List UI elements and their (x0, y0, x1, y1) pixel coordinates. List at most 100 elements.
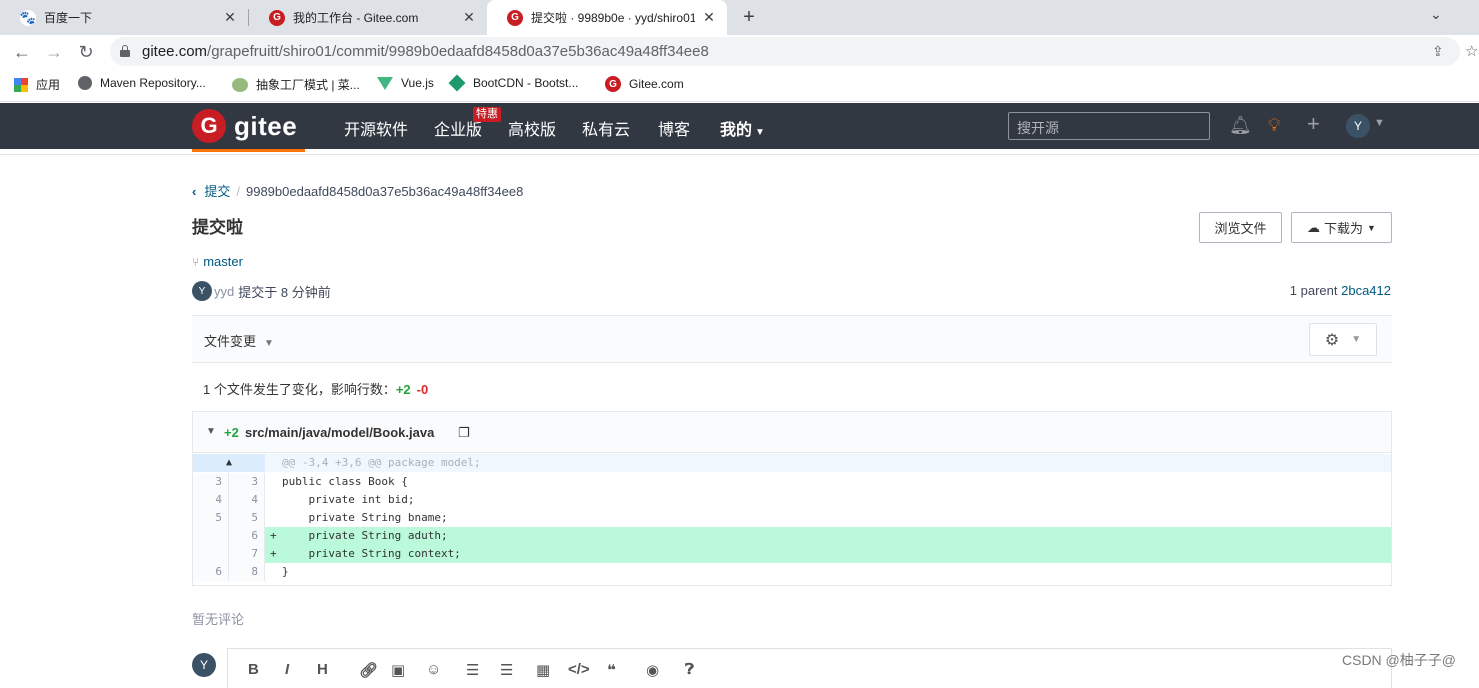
nav-blog[interactable]: 博客 (658, 116, 690, 140)
bold-icon[interactable]: B (248, 661, 259, 678)
diff-marker: + (270, 547, 277, 560)
code-text: private String aduth; (282, 529, 448, 542)
quote-icon[interactable]: ❝ (607, 661, 616, 679)
browser-tab-workbench[interactable]: G 我的工作台 - Gitee.com ✕ (249, 0, 487, 35)
chevron-left-icon[interactable]: ‹ (192, 184, 196, 199)
parent-info: 1 parent 2bca412 (1289, 283, 1391, 298)
share-icon[interactable]: ⇪ (1432, 43, 1444, 60)
ordered-list-icon[interactable]: ☰ (500, 661, 513, 679)
nav-education[interactable]: 高校版 (508, 116, 556, 140)
old-line-number (193, 545, 229, 563)
file-changes-bar: 文件变更 ▼ ⚙ ▼ (192, 315, 1392, 363)
diff-stats: 1 个文件发生了变化，影响行数：+2 -0 (203, 382, 429, 397)
link-icon[interactable]: 🔗︎ (359, 661, 378, 679)
preview-icon[interactable]: ◉ (646, 661, 659, 679)
tab-search-icon[interactable]: ⌄ (1430, 6, 1442, 23)
diff-settings-button[interactable]: ⚙ ▼ (1309, 323, 1377, 356)
bookmark-maven[interactable]: Maven Repository... (78, 76, 206, 90)
lock-icon (120, 45, 130, 57)
caret-down-icon: ▼ (1351, 334, 1362, 345)
back-icon[interactable]: ← (10, 40, 34, 64)
help-icon[interactable]: ❓︎ (685, 661, 694, 678)
lightbulb-icon[interactable]: 💡︎ (1268, 115, 1281, 136)
reload-icon[interactable]: ↻ (74, 40, 98, 64)
gitee-logo[interactable]: G gitee (192, 109, 297, 143)
new-line-number: 7 (229, 545, 265, 563)
hunk-header: @@ -3,4 +3,6 @@ package model; (282, 456, 481, 469)
diff-added-line: 6 + private String aduth; (193, 527, 1391, 545)
old-line-number: 6 (193, 563, 229, 581)
breadcrumb-commits-link[interactable]: 提交 (204, 184, 230, 199)
branch-link[interactable]: ⑂ master (192, 254, 243, 269)
breadcrumb: ‹ 提交/9989b0edaafd8458d0a37e5b36ac49a48ff3… (192, 184, 524, 199)
breadcrumb-hash: 9989b0edaafd8458d0a37e5b36ac49a48ff34ee8 (245, 184, 524, 199)
tab-title: 我的工作台 - Gitee.com (293, 11, 419, 25)
bell-icon[interactable]: 🔔︎ (1229, 115, 1252, 136)
heading-icon[interactable]: H (317, 661, 328, 678)
close-icon[interactable]: ✕ (222, 9, 238, 26)
diff-file-count: +2 (224, 425, 239, 440)
bookmark-bootcdn[interactable]: BootCDN - Bootst... (448, 74, 578, 92)
new-line-number: 4 (229, 491, 265, 509)
plus-icon[interactable]: + (1307, 111, 1320, 137)
browser-toolbar: ← → ↻ gitee.com/grapefruitt/shiro01/comm… (0, 35, 1479, 68)
nav-opensource[interactable]: 开源软件 (344, 116, 408, 140)
bookmark-apps[interactable]: 应用 (14, 76, 60, 93)
new-line-number: 8 (229, 563, 265, 581)
browser-tab-baidu[interactable]: 🐾 百度一下 ✕ (0, 0, 248, 35)
download-button[interactable]: ☁ 下载为 ▼ (1291, 212, 1392, 243)
copy-icon[interactable]: ❐ (458, 425, 470, 441)
bookmark-runoob[interactable]: 抽象工厂模式 | 菜... (232, 76, 360, 93)
caret-down-icon[interactable]: ▼ (1374, 117, 1385, 129)
diff-context-line: 3 3 public class Book { (193, 473, 1391, 491)
commit-time: 提交于 8 分钟前 (238, 284, 331, 300)
gitee-header: G gitee 开源软件 企业版 特惠 高校版 私有云 博客 我的 ▼ 搜开源 🔔… (0, 103, 1479, 149)
new-line-number: 5 (229, 509, 265, 527)
browser-tab-commit[interactable]: G 提交啦 · 9989b0e · yyd/shiro01 ✕ (487, 0, 727, 35)
author-name[interactable]: yyd (214, 284, 234, 299)
image-icon[interactable]: ▣ (391, 661, 405, 679)
new-tab-button[interactable]: + (738, 6, 760, 28)
diff-context-line: 44 private int bid; (193, 491, 1391, 509)
collapse-toggle-icon[interactable]: ▼ (206, 426, 216, 437)
close-icon[interactable]: ✕ (701, 9, 717, 26)
gear-icon: ⚙ (1324, 331, 1340, 349)
old-line-number (193, 527, 229, 545)
commit-title: 提交啦 (192, 218, 243, 237)
parent-hash-link[interactable]: 2bca412 (1341, 283, 1391, 298)
expand-up-icon[interactable]: ▲ (193, 454, 265, 472)
bookmark-gitee[interactable]: G Gitee.com (605, 76, 684, 92)
gitee-icon: G (605, 76, 621, 92)
address-bar[interactable]: gitee.com/grapefruitt/shiro01/commit/998… (110, 37, 1478, 66)
bookmark-vue[interactable]: Vue.js (377, 76, 434, 90)
browser-tab-strip: 🐾 百度一下 ✕ G 我的工作台 - Gitee.com ✕ G 提交啦 · 9… (0, 0, 1479, 35)
avatar[interactable]: Y (1346, 114, 1370, 138)
nav-mine[interactable]: 我的 ▼ (720, 116, 765, 140)
code-text: private String bname; (282, 511, 448, 524)
cloud-download-icon: ☁ (1307, 219, 1321, 235)
tab-title: 百度一下 (44, 11, 93, 25)
gitee-icon: G (269, 9, 285, 26)
avatar[interactable]: Y (192, 281, 212, 301)
code-icon[interactable]: </> (568, 661, 590, 678)
forward-icon[interactable]: → (42, 40, 66, 64)
bootcdn-icon (448, 74, 466, 92)
unordered-list-icon[interactable]: ☰ (466, 661, 479, 679)
diff-marker: + (270, 529, 277, 542)
caret-down-icon: ▼ (755, 127, 765, 138)
file-changes-toggle[interactable]: 文件变更 ▼ (204, 331, 274, 350)
code-text: private String context; (282, 547, 461, 560)
code-text: private int bid; (282, 493, 415, 506)
diff-context-line: 6 8} (193, 563, 1391, 581)
diff-file-name[interactable]: src/main/java/model/Book.java (245, 425, 434, 440)
browse-files-button[interactable]: 浏览文件 (1199, 212, 1282, 243)
emoji-icon[interactable]: ☺ (426, 661, 441, 678)
close-icon[interactable]: ✕ (461, 9, 477, 26)
table-icon[interactable]: ▦ (536, 661, 550, 679)
nav-private-cloud[interactable]: 私有云 (582, 116, 630, 140)
bookmark-star-icon[interactable]: ☆ (1465, 42, 1478, 60)
search-input[interactable]: 搜开源 (1008, 112, 1210, 140)
comment-editor[interactable]: B I H 🔗︎ ▣ ☺ ☰ ☰ ▦ </> ❝ ◉ ❓︎ (227, 648, 1392, 688)
italic-icon[interactable]: I (285, 661, 289, 678)
old-line-number: 5 (193, 509, 229, 527)
